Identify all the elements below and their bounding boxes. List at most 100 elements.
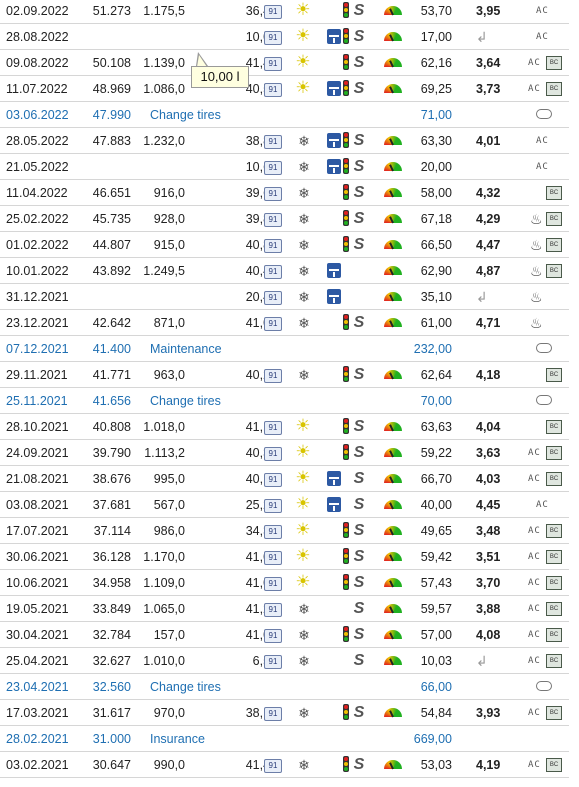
fuel-row[interactable]: 11.07.2022 48.969 1.086,0 40,52 91 ☀ S 69,25 3,7… xyxy=(0,77,569,102)
distance-cell: 1.249,5 xyxy=(143,264,185,278)
fuel-type-badge: 91 xyxy=(264,473,282,487)
highway-icon xyxy=(327,159,341,174)
fuel-type-badge: 91 xyxy=(264,291,282,305)
fuel-row[interactable]: 21.08.2021 38.676 995,0 40,10 91 ☀ S 66,70 4,03 A… xyxy=(0,467,569,492)
country-road-icon: S xyxy=(353,158,365,175)
ac-icon: AC xyxy=(528,526,541,536)
service-price: 669,00 xyxy=(413,732,452,746)
fuel-row[interactable]: 29.11.2021 41.771 963,0 40,23 91 ❄ S 62,64 4,18 B… xyxy=(0,363,569,388)
fuel-row[interactable]: 25.04.202132.6271.010,06,5291❄S10,03↲ACB… xyxy=(0,649,569,674)
price-cell: 58,00 xyxy=(420,186,452,200)
service-row[interactable]: 23.04.2021 32.560 Change tires 66,00 xyxy=(0,675,569,700)
fuel-type-badge: 91 xyxy=(264,369,282,383)
price-cell: 61,00 xyxy=(420,316,452,330)
distance-cell: 1.109,0 xyxy=(143,576,185,590)
consumption-cell: 4,01 xyxy=(476,134,501,148)
odometer-cell: 48.969 xyxy=(92,82,131,96)
bc-icon: BC xyxy=(546,550,562,564)
fuel-row[interactable]: 03.08.2021 37.681 567,0 25,22 91 ☀ S 40,00 4,45 A… xyxy=(0,493,569,518)
fuel-type-badge: 91 xyxy=(264,5,282,19)
consumption-cell: 4,19 xyxy=(476,758,501,772)
odometer-cell: 41.771 xyxy=(92,368,131,382)
bc-icon: BC xyxy=(546,654,562,668)
fuel-row[interactable]: 21.05.2022 10,60 91 ❄ S 20,00 AC xyxy=(0,155,569,180)
partial-fill-icon: ↲ xyxy=(476,653,488,669)
date-cell: 10.06.2021 xyxy=(6,576,69,590)
fuel-type-badge: 91 xyxy=(264,655,282,669)
date-cell: 29.11.2021 xyxy=(6,368,68,382)
fuel-type-badge: 91 xyxy=(264,629,282,643)
date-cell: 23.12.2021 xyxy=(6,316,69,330)
date-cell: 11.07.2022 xyxy=(6,82,68,96)
heater-icon: ♨ xyxy=(530,237,543,253)
ac-icon: AC xyxy=(536,136,549,146)
country-road-icon: S xyxy=(353,704,365,721)
fuel-row[interactable]: 25.02.2022 45.735 928,0 39,82 91 ❄ S 67,18 4,29 ♨… xyxy=(0,207,569,232)
fuel-row[interactable]: 30.04.2021 32.784 157,0 41,09 91 ❄ S 57,00 4,08 A… xyxy=(0,623,569,648)
consumption-cell: 4,08 xyxy=(476,628,501,642)
fuel-row[interactable]: 23.12.2021 42.642 871,0 41,00 91 ❄ S 61,00 4,71 ♨ xyxy=(0,311,569,336)
country-road-icon: S xyxy=(353,80,365,97)
date-cell: 09.08.2022 xyxy=(6,56,69,70)
date-cell: 17.03.2021 xyxy=(6,706,69,720)
note-icon[interactable] xyxy=(536,681,552,691)
fuel-type-badge: 91 xyxy=(264,421,282,435)
note-icon[interactable] xyxy=(536,109,552,119)
fuel-row[interactable]: 28.08.2022 10,00 91 ☀ S 17,00 ↲ AC xyxy=(0,25,569,50)
fuel-row[interactable]: 19.05.2021 33.849 1.065,0 41,28 91 ❄ S 59,57 3,8… xyxy=(0,597,569,622)
note-icon[interactable] xyxy=(536,395,552,405)
fuel-row[interactable]: 28.10.2021 40.808 1.018,0 41,10 91 ☀ S 63,63 4,0… xyxy=(0,415,569,440)
country-road-icon: S xyxy=(353,652,365,669)
consumption-cell: 4,71 xyxy=(476,316,501,330)
fuel-type-badge: 91 xyxy=(264,317,282,331)
date-cell: 10.01.2022 xyxy=(6,264,69,278)
fuel-row[interactable]: 30.06.2021 36.128 1.170,0 41,01 91 ☀ S 59,42 3,5… xyxy=(0,545,569,570)
fuel-row[interactable]: 10.06.2021 34.958 1.109,0 41,05 91 ☀ S 57,43 3,7… xyxy=(0,571,569,596)
fuel-row[interactable]: 02.09.2022 51.273 1.175,5 36,49 91 ☀ S 53,70 3,9… xyxy=(0,0,569,24)
heater-icon: ♨ xyxy=(530,263,543,279)
fuel-type-badge: 91 xyxy=(264,239,282,253)
snowflake-icon: ❄ xyxy=(298,705,310,721)
fuel-row[interactable]: 17.03.2021 31.617 970,0 38,15 91 ❄ S 54,84 3,93 A… xyxy=(0,701,569,726)
fuel-row[interactable]: 28.05.2022 47.883 1.232,0 38,85 91 ❄ S 63,30 4,0… xyxy=(0,129,569,154)
fuel-row[interactable]: 09.08.2022 50.108 1.139,0 41,47 91 ☀ S 62,16 3,6… xyxy=(0,51,569,76)
date-cell: 17.07.2021 xyxy=(6,524,69,538)
fuel-row[interactable]: 03.02.2021 30.647 990,0 41,46 91 ❄ S 53,03 4,19 A… xyxy=(0,753,569,778)
fuel-type-badge: 91 xyxy=(264,83,282,97)
odometer-cell: 37.681 xyxy=(92,498,131,512)
service-description: Change tires xyxy=(150,394,221,408)
service-row[interactable]: 28.02.2021 31.000 Insurance 669,00 xyxy=(0,727,569,752)
date-cell: 25.11.2021 xyxy=(6,394,68,408)
gauge-icon xyxy=(384,240,402,249)
country-road-icon: S xyxy=(353,184,365,201)
gauge-icon xyxy=(384,630,402,639)
fuel-row[interactable]: 31.12.2021 20,40 91 ❄ 35,10 ↲ ♨ xyxy=(0,285,569,310)
fuel-type-badge: 91 xyxy=(264,447,282,461)
traffic-light-icon xyxy=(343,522,349,538)
odometer-cell: 36.128 xyxy=(92,550,131,564)
fuel-row[interactable]: 11.04.2022 46.651 916,0 39,60 91 ❄ S 58,00 4,32 B… xyxy=(0,181,569,206)
bc-icon: BC xyxy=(546,524,562,538)
service-row[interactable]: 03.06.2022 47.990 Change tires 71,00 xyxy=(0,103,569,128)
country-road-icon: S xyxy=(353,522,365,539)
odometer-cell: 41.656 xyxy=(92,394,131,408)
fuel-row[interactable]: 10.01.2022 43.892 1.249,5 40,40 91 ❄ 62,90 4,87… xyxy=(0,259,569,284)
service-row[interactable]: 07.12.2021 41.400 Maintenance 232,00 xyxy=(0,337,569,362)
gauge-icon xyxy=(384,6,402,15)
heater-icon: ♨ xyxy=(530,211,543,227)
note-icon[interactable] xyxy=(536,343,552,353)
bc-icon: BC xyxy=(546,602,562,616)
odometer-cell: 32.784 xyxy=(92,628,131,642)
fuel-row[interactable]: 01.02.2022 44.807 915,0 40,87 91 ❄ S 66,50 4,47 ♨… xyxy=(0,233,569,258)
fuel-row[interactable]: 24.09.2021 39.790 1.113,2 40,37 91 ☀ S 59,22 3,6… xyxy=(0,441,569,466)
date-cell: 19.05.2021 xyxy=(6,602,69,616)
country-road-icon: S xyxy=(353,314,365,331)
odometer-cell: 47.883 xyxy=(92,134,131,148)
traffic-light-icon xyxy=(343,54,349,70)
traffic-light-icon xyxy=(343,704,349,720)
country-road-icon: S xyxy=(353,210,365,227)
distance-cell: 1.010,0 xyxy=(143,654,185,668)
service-row[interactable]: 25.11.2021 41.656 Change tires 70,00 xyxy=(0,389,569,414)
date-cell: 03.02.2021 xyxy=(6,758,69,772)
fuel-row[interactable]: 17.07.2021 37.114 986,0 34,31 91 ☀ S 49,65 3,48 A… xyxy=(0,519,569,544)
